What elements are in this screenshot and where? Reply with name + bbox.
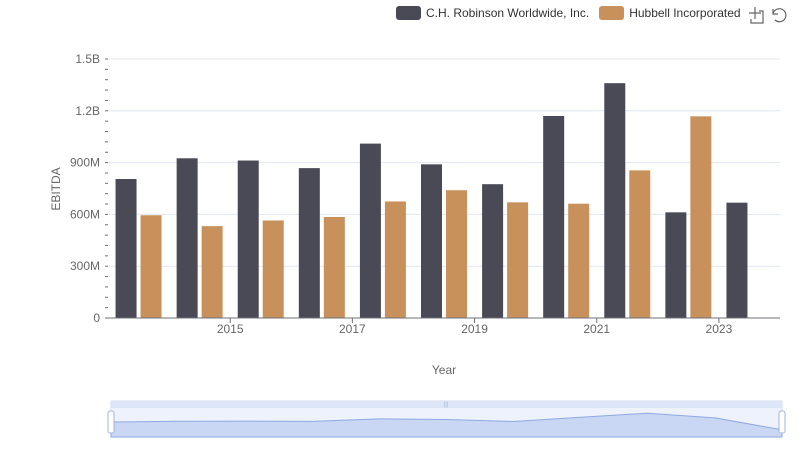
slider-left-handle[interactable] (107, 410, 115, 434)
bar-series-1-2015[interactable] (176, 158, 198, 318)
bar-series-2-2020[interactable] (507, 202, 529, 318)
x-tick-label: 2015 (217, 322, 244, 336)
bar-series-1-2014[interactable] (115, 179, 137, 318)
x-axis-title: Year (432, 363, 456, 377)
slider-right-handle[interactable] (778, 410, 786, 434)
bar-series-2-2022[interactable] (629, 170, 651, 318)
bar-series-2-2014[interactable] (140, 215, 162, 318)
bar-series-1-2018[interactable] (359, 143, 381, 318)
bar-series-2-2017[interactable] (323, 216, 345, 318)
y-axis-labels: 0 300M 600M 900M 1.2B 1.5B (70, 52, 108, 325)
x-tick-label: 2021 (583, 322, 610, 336)
bar-series-2-2023[interactable] (690, 116, 712, 318)
bar-series-1-2022[interactable] (604, 83, 626, 318)
bar-series-2-2016[interactable] (262, 220, 284, 318)
bar-series-2-2018[interactable] (384, 201, 406, 318)
x-axis-labels: 2015 2017 2019 2021 2023 (217, 318, 733, 336)
bar-series-2-2019[interactable] (446, 190, 467, 318)
y-tick-label: 600M (70, 207, 100, 221)
slider-grip-icon[interactable]: ||| (444, 402, 449, 408)
y-tick-label: 1.2B (75, 104, 100, 118)
bar-series-1-2024[interactable] (726, 202, 748, 318)
bar-series-1-2019[interactable] (421, 164, 442, 318)
bar-series-1-2020[interactable] (482, 184, 504, 318)
bar-series-1-2021[interactable] (543, 115, 565, 318)
data-zoom-slider[interactable]: ||| (107, 400, 786, 438)
bar-series-1-2017[interactable] (298, 168, 320, 318)
y-tick-label: 1.5B (75, 52, 100, 66)
x-tick-label: 2017 (339, 322, 366, 336)
y-tick-label: 900M (70, 156, 100, 170)
x-tick-label: 2019 (461, 322, 488, 336)
bar-series-2-2021[interactable] (568, 203, 590, 318)
chart-canvas: 0300M600M900M1.2B1.5B 2015 2017 2019 2021 20… (49, 52, 786, 438)
chart-bars (115, 83, 748, 318)
y-axis-title: EBITDA (49, 167, 63, 210)
bar-series-1-2023[interactable] (665, 212, 687, 318)
x-tick-label: 2023 (706, 322, 733, 336)
y-tick-label: 0 (93, 311, 100, 325)
bar-series-2-2015[interactable] (201, 226, 223, 318)
bar-series-1-2016[interactable] (237, 160, 259, 318)
y-tick-label: 300M (70, 259, 100, 273)
